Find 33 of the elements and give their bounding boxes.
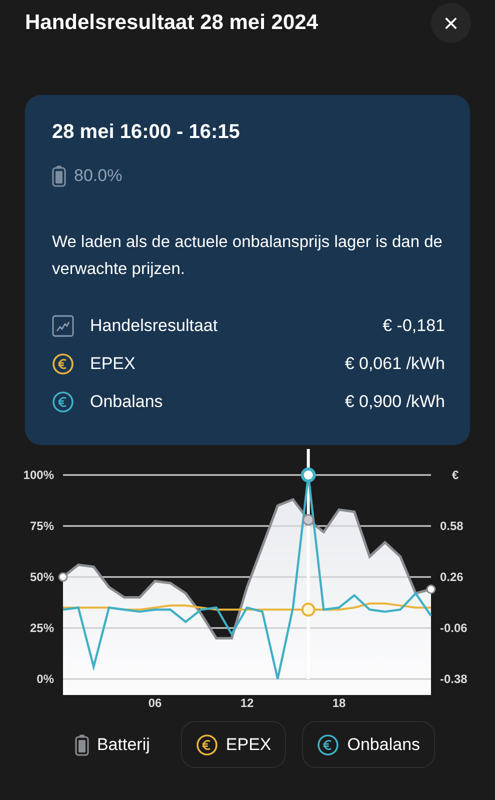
metric-label: Onbalans <box>90 391 164 414</box>
onbalans-marker <box>300 467 316 482</box>
price-axis-label: -0.38 <box>440 672 468 686</box>
metric-label: Handelsresultaat <box>90 315 219 338</box>
metric-value: € 0,900 /kWh <box>344 391 445 414</box>
euro-icon <box>317 734 340 756</box>
y-axis-label: 0% <box>36 672 54 686</box>
metric-value: € 0,061 /kWh <box>344 353 445 376</box>
period-title: 28 mei 16:00 - 16:15 <box>52 120 241 145</box>
y-axis-label: 25% <box>30 620 54 635</box>
x-axis-label: 18 <box>332 696 346 710</box>
x-axis-label: 12 <box>240 696 254 710</box>
y-axis-label: 75% <box>30 518 54 533</box>
page-title: Handelsresultaat 28 mei 2024 <box>25 10 318 36</box>
status-message: We laden als de actuele onbalansprijs lager is dan de verwachte prijzen. <box>52 232 444 280</box>
price-axis-label: -0.06 <box>440 620 468 635</box>
chart-icon <box>52 314 74 337</box>
price-axis-label: € <box>452 468 459 482</box>
battery-icon <box>74 734 89 756</box>
close-button[interactable]: × <box>431 3 471 43</box>
x-axis-label: 06 <box>148 696 162 710</box>
price-axis-label: 0.26 <box>440 570 464 584</box>
euro-icon <box>196 734 218 756</box>
metric-label: EPEX <box>90 353 136 376</box>
metric-value: € -0,181 <box>382 315 445 338</box>
legend-toggle[interactable]: Batterij <box>60 720 165 768</box>
legend-toggle[interactable]: EPEX <box>180 720 286 768</box>
legend-toggle[interactable]: Onbalans <box>302 720 436 768</box>
battery-icon <box>52 164 66 187</box>
price-axis-label: 0.58 <box>440 518 464 533</box>
battery-level: 80.0% <box>74 165 122 187</box>
y-axis-label: 100% <box>23 468 54 482</box>
y-axis-label: 50% <box>30 570 54 584</box>
